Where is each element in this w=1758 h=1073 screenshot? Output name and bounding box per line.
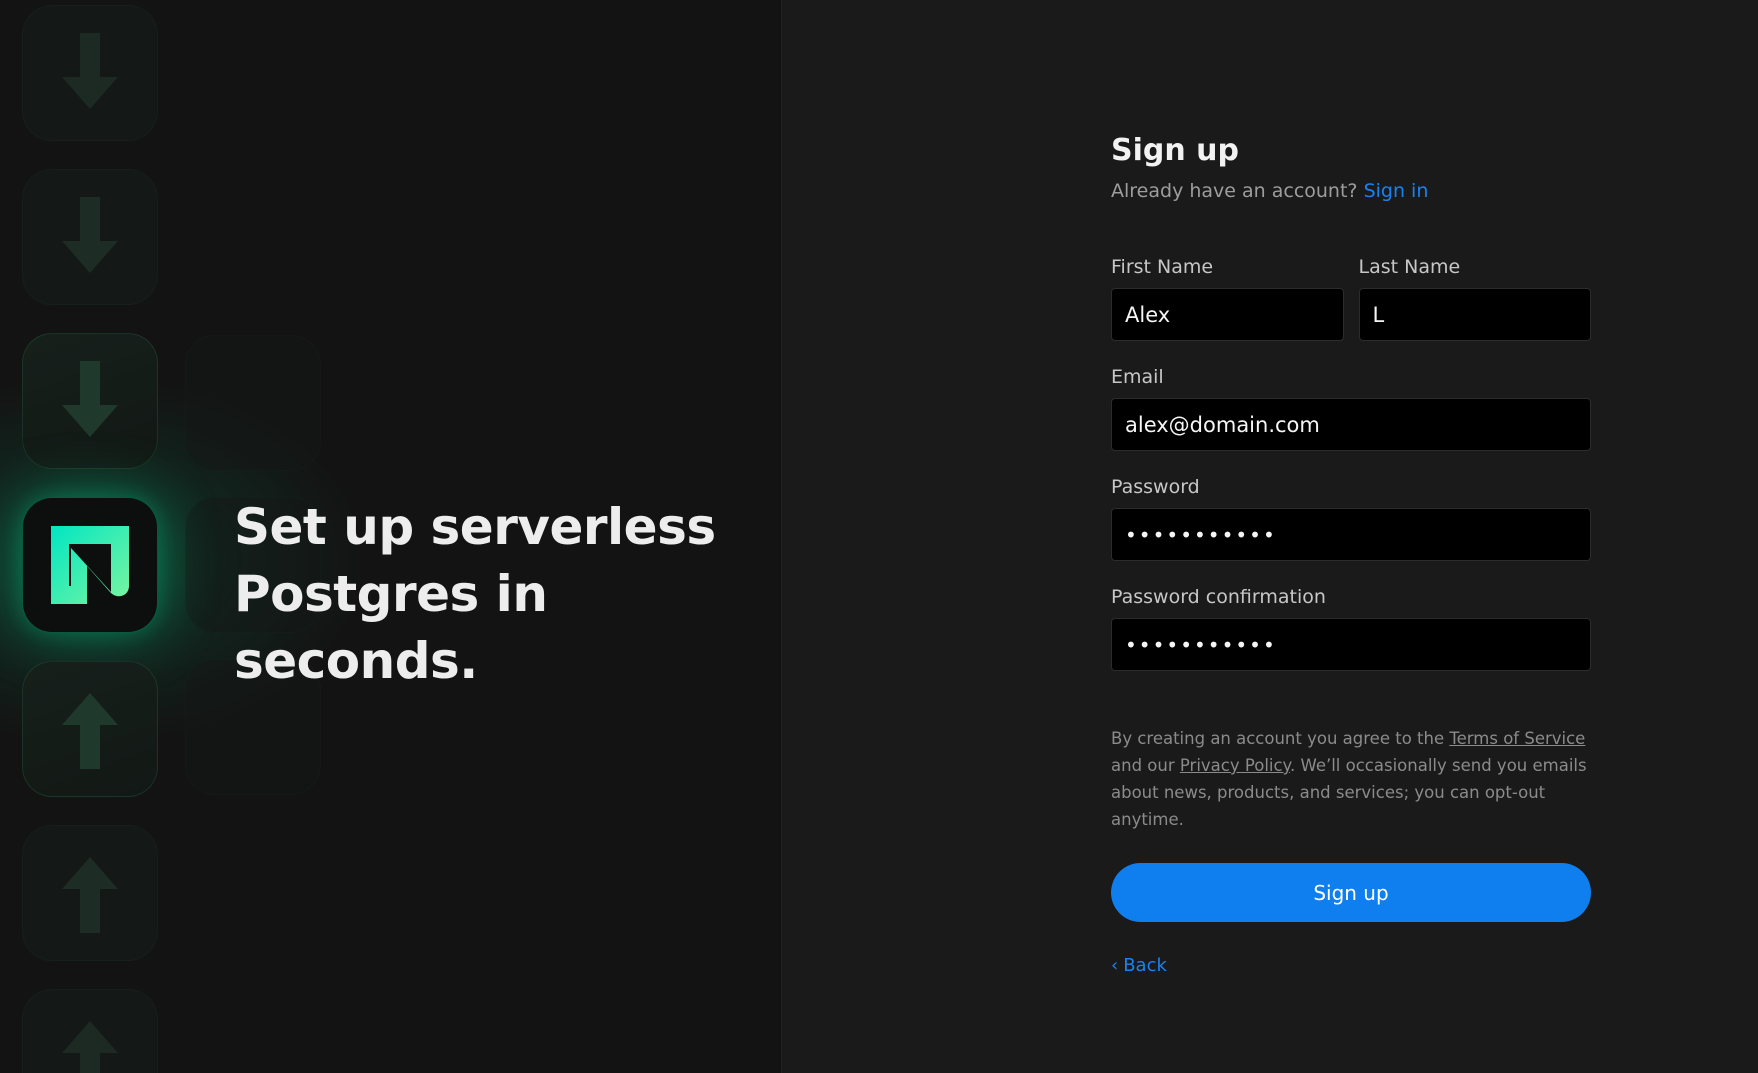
hero-panel: Set up serverless Postgres in seconds. [0,0,782,1073]
arrow-tile [22,661,158,797]
first-name-group: First Name Alex [1111,253,1344,341]
password-input[interactable]: ••••••••••• [1111,508,1591,561]
privacy-policy-link[interactable]: Privacy Policy [1180,756,1290,775]
arrow-tile [22,5,158,141]
decorative-tile-column [22,0,158,1073]
form-title: Sign up [1111,133,1239,168]
signin-prompt: Already have an account? Sign in [1111,177,1591,205]
arrow-down-icon [62,197,118,273]
email-input[interactable]: alex@domain.com [1111,398,1591,451]
signin-link[interactable]: Sign in [1364,180,1429,202]
hero-headline: Set up serverless Postgres in seconds. [234,494,754,695]
email-group: Email alex@domain.com [1111,363,1591,451]
terms-of-service-link[interactable]: Terms of Service [1449,729,1585,748]
back-link[interactable]: ‹ Back [1111,955,1167,976]
email-label: Email [1111,366,1164,388]
password-label: Password [1111,476,1200,498]
password-confirmation-input[interactable]: ••••••••••• [1111,618,1591,671]
last-name-group: Last Name L [1358,253,1591,341]
arrow-tile [22,989,158,1073]
last-name-input[interactable]: L [1358,288,1591,341]
legal-text-1: By creating an account you agree to the [1111,729,1450,748]
arrow-up-icon [62,693,118,769]
first-name-label: First Name [1111,256,1214,278]
legal-text-2: and our [1111,756,1180,775]
arrow-down-icon [62,33,118,109]
password-confirmation-group: Password confirmation ••••••••••• [1111,583,1591,671]
name-row: First Name Alex Last Name L [1111,253,1591,341]
decorative-tile [185,335,321,471]
last-name-label: Last Name [1358,256,1461,278]
signup-page: Set up serverless Postgres in seconds. S… [0,0,1758,1073]
neon-logo-icon [51,526,129,604]
neon-logo-tile [22,497,158,633]
arrow-tile [22,825,158,961]
back-label: Back [1123,955,1167,976]
first-name-input[interactable]: Alex [1111,288,1344,341]
arrow-up-icon [62,857,118,933]
arrow-tile [22,169,158,305]
hero-headline-line-2: Postgres in seconds. [234,565,548,690]
signup-button[interactable]: Sign up [1111,863,1591,922]
hero-headline-line-1: Set up serverless [234,498,716,556]
arrow-tile [22,333,158,469]
signup-form: Sign up Already have an account? Sign in… [1111,128,1591,976]
legal-notice: By creating an account you agree to the … [1111,725,1591,833]
signin-prompt-text: Already have an account? [1111,180,1358,202]
password-confirmation-label: Password confirmation [1111,586,1326,608]
chevron-left-icon: ‹ [1111,954,1119,976]
arrow-down-icon [62,361,118,437]
password-group: Password ••••••••••• [1111,473,1591,561]
arrow-up-icon [62,1021,118,1073]
